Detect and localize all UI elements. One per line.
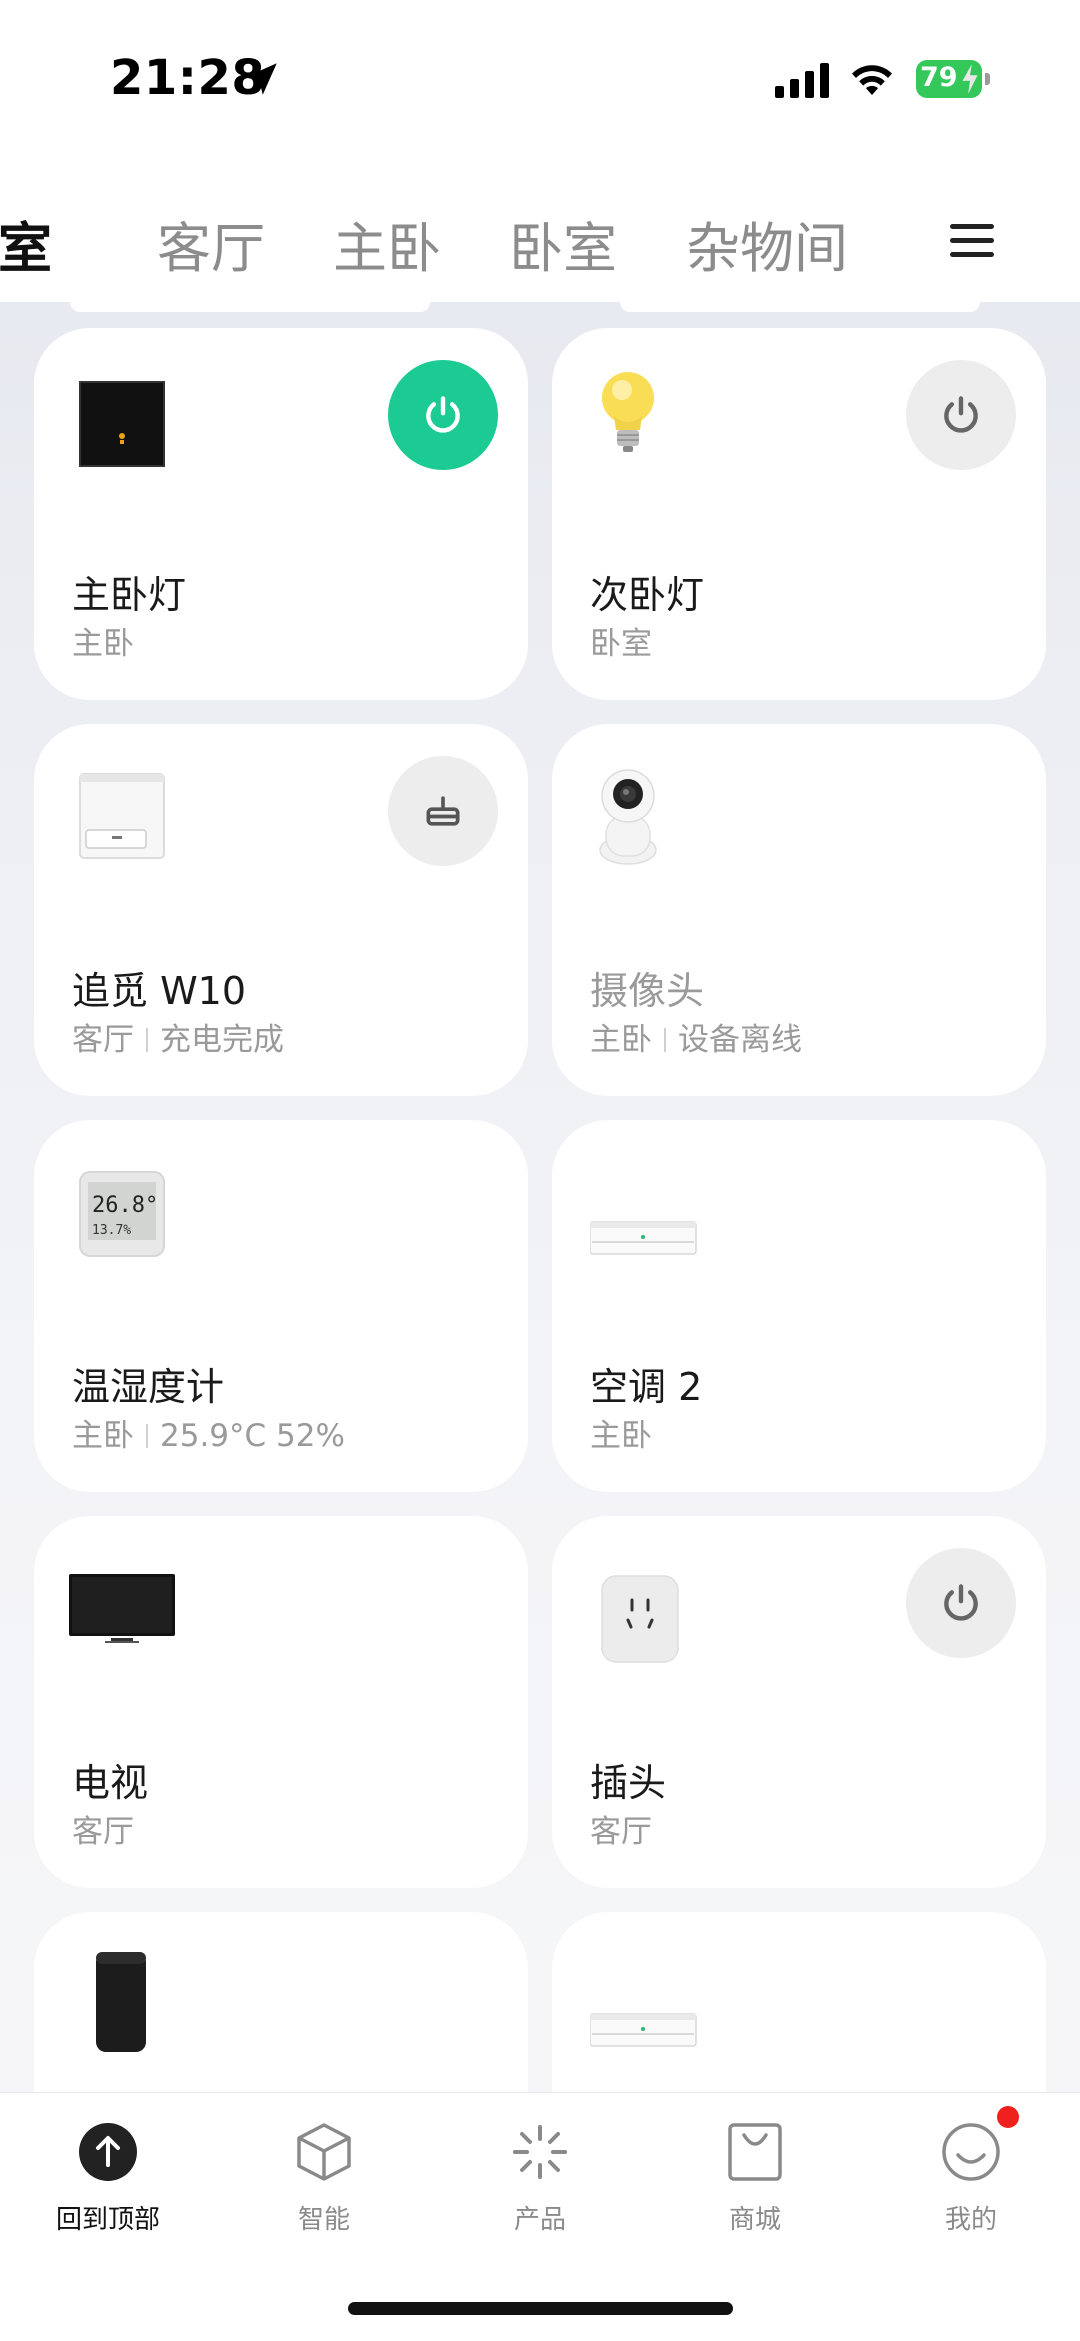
device-name: 电视 xyxy=(72,1761,149,1805)
device-room: 主卧 xyxy=(590,1418,652,1454)
device-name: 温湿度计 xyxy=(72,1365,225,1409)
power-icon xyxy=(426,396,460,433)
power-icon xyxy=(944,396,978,433)
cellular-signal-icon xyxy=(775,62,829,98)
nav-label: 智能 xyxy=(297,2205,350,2235)
previous-card-edge xyxy=(70,302,430,312)
device-room: 客厅 xyxy=(72,1814,134,1850)
device-name: 追觅 W10 xyxy=(72,969,247,1013)
power-icon xyxy=(944,1584,978,1621)
device-room-status: 主卧 25.9°C 52% xyxy=(72,1410,345,1455)
camera-image xyxy=(599,769,657,865)
previous-card-edge xyxy=(620,302,980,312)
nav-profile[interactable]: 我的 xyxy=(901,2121,1041,2241)
battery-percent: 79 xyxy=(920,62,958,93)
device-status: 25.9°C 52% xyxy=(160,1418,345,1454)
shopping-bag-icon xyxy=(728,2123,782,2181)
device-card-tv[interactable]: 电视 客厅 xyxy=(34,1516,528,1888)
device-card-thermo-hygrometer[interactable]: 26.8° 13.7% 温湿度计 主卧 25.9°C 52% xyxy=(34,1120,528,1492)
nav-products[interactable]: 产品 xyxy=(470,2121,610,2241)
nav-store[interactable]: 商城 xyxy=(685,2121,825,2241)
device-card-air-conditioner[interactable]: 空调 2 主卧 xyxy=(552,1120,1046,1492)
power-toggle-button[interactable] xyxy=(388,360,498,470)
nav-back-to-top[interactable]: 回到顶部 xyxy=(38,2121,178,2241)
thermo-humidity-display: 13.7% xyxy=(92,1223,131,1238)
dock-button[interactable] xyxy=(388,756,498,866)
air-conditioner-image xyxy=(590,1221,697,1255)
home-indicator xyxy=(348,2302,733,2315)
vacuum-dock-icon xyxy=(426,796,460,826)
bulb-image xyxy=(602,372,654,452)
nav-label: 回到顶部 xyxy=(55,2205,160,2235)
device-room: 主卧 xyxy=(590,1022,652,1058)
device-room: 卧室 xyxy=(590,626,652,662)
device-room-status: 主卧 设备离线 xyxy=(590,1014,802,1059)
thermo-hygrometer-image: 26.8° 13.7% xyxy=(79,1171,165,1257)
tab-living-room[interactable]: 客厅 xyxy=(157,204,265,283)
device-name: 摄像头 xyxy=(590,969,705,1013)
location-arrow-icon xyxy=(245,63,277,95)
device-room: 主卧 xyxy=(72,626,134,662)
device-card-second-light[interactable]: 次卧灯 卧室 xyxy=(552,328,1046,700)
device-status: 设备离线 xyxy=(678,1022,802,1058)
device-room: 客厅 xyxy=(72,1022,134,1058)
tab-bedroom[interactable]: 卧室 xyxy=(509,204,617,283)
wifi-icon xyxy=(852,65,892,95)
hamburger-menu-icon[interactable] xyxy=(950,224,994,260)
device-room: 客厅 xyxy=(590,1814,652,1850)
smart-speaker-image xyxy=(96,1952,146,2052)
robot-vacuum-station-image xyxy=(79,773,165,859)
thermo-temp-display: 26.8° xyxy=(92,1193,158,1218)
nav-label: 商城 xyxy=(728,2205,781,2235)
smiley-icon xyxy=(942,2123,1000,2181)
device-name: 次卧灯 xyxy=(590,573,705,617)
tab-storage-room[interactable]: 杂物间 xyxy=(686,204,848,283)
power-toggle-button[interactable] xyxy=(906,1548,1016,1658)
device-name: 主卧灯 xyxy=(72,573,187,617)
sparkle-icon xyxy=(513,2125,567,2179)
device-card-robot-vacuum[interactable]: 追觅 W10 客厅 充电完成 xyxy=(34,724,528,1096)
nav-smart[interactable]: 智能 xyxy=(254,2121,394,2241)
device-card-smart-plug[interactable]: 插头 客厅 xyxy=(552,1516,1046,1888)
charging-bolt-icon xyxy=(962,64,978,94)
device-name: 空调 2 xyxy=(590,1365,703,1409)
wall-switch-image xyxy=(79,381,165,467)
nav-label: 我的 xyxy=(944,2205,997,2235)
air-conditioner-image xyxy=(590,2013,697,2047)
battery-indicator: 79 xyxy=(916,60,990,98)
tv-image xyxy=(69,1574,175,1643)
nav-label: 产品 xyxy=(513,2205,566,2235)
status-bar: 21:28 79 xyxy=(0,0,1080,160)
power-toggle-button[interactable] xyxy=(906,360,1016,470)
smart-plug-image xyxy=(601,1575,679,1663)
room-tabs: 卧室 客厅 主卧 卧室 杂物间 xyxy=(0,160,1080,302)
device-status: 充电完成 xyxy=(160,1022,284,1058)
device-card-camera[interactable]: 摄像头 主卧 设备离线 xyxy=(552,724,1046,1096)
cube-icon xyxy=(297,2123,351,2181)
device-name: 插头 xyxy=(590,1761,667,1805)
tab-bedroom-active[interactable]: 卧室 xyxy=(0,204,52,283)
device-room: 主卧 xyxy=(72,1418,134,1454)
arrow-up-circle-icon xyxy=(79,2123,137,2181)
device-room-status: 客厅 充电完成 xyxy=(72,1014,284,1059)
device-card-master-light[interactable]: 主卧灯 主卧 xyxy=(34,328,528,700)
notification-badge xyxy=(997,2106,1019,2128)
tab-master-bedroom[interactable]: 主卧 xyxy=(333,204,441,283)
